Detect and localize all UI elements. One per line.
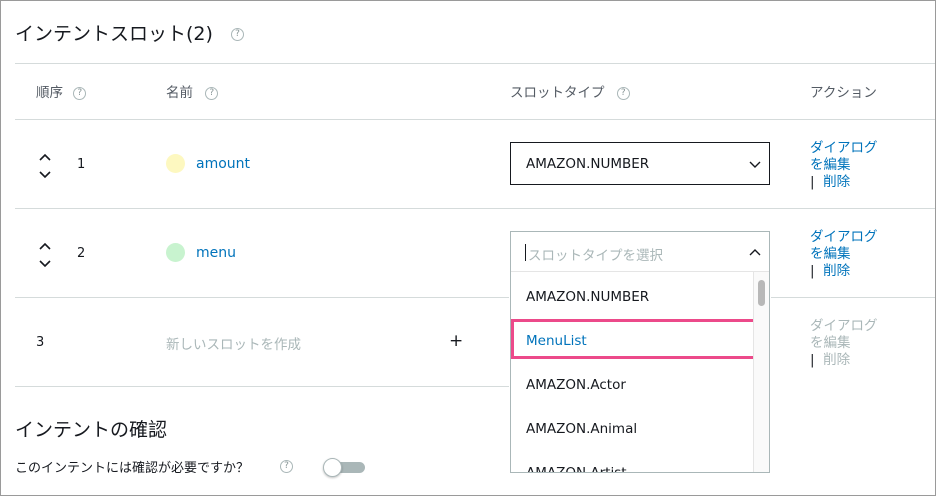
dropdown-option[interactable]: AMAZON.Animal	[526, 421, 637, 437]
divider	[15, 63, 935, 64]
dropdown-option[interactable]: AMAZON.Actor	[526, 377, 626, 393]
toggle-knob	[323, 458, 342, 477]
move-down-icon[interactable]	[38, 255, 52, 274]
column-header-slot-type-label: スロットタイプ	[510, 85, 605, 101]
confirm-question: このインテントには確認が必要ですか？	[15, 461, 250, 476]
edit-dialog-link[interactable]: ダイアログ を編集	[810, 229, 878, 263]
divider	[771, 297, 935, 298]
divider	[15, 386, 509, 387]
column-header-action: アクション	[810, 85, 877, 101]
delete-action: | 削除	[810, 174, 851, 190]
delete-link: 削除	[823, 352, 851, 368]
dropdown-option-selected[interactable]: MenuList	[526, 333, 587, 349]
move-up-icon[interactable]	[38, 237, 52, 256]
slot-type-placeholder: スロットタイプを選択	[528, 248, 663, 264]
move-down-icon[interactable]	[38, 166, 52, 185]
column-header-name-label: 名前	[166, 85, 193, 101]
intent-slots-panel: インテントスロット(2) ? 順序 ? 名前 ? スロットタイプ ? アクション…	[0, 0, 936, 496]
divider	[15, 208, 935, 209]
chevron-up-icon	[749, 249, 761, 256]
dropdown-option[interactable]: AMAZON.NUMBER	[526, 289, 649, 305]
delete-action: | 削除	[810, 352, 851, 368]
delete-action: | 削除	[810, 263, 851, 279]
column-header-slot-type: スロットタイプ ?	[510, 81, 630, 101]
column-header-order-label: 順序	[36, 85, 63, 101]
slot-name-link[interactable]: menu	[196, 245, 236, 261]
add-slot-icon[interactable]: +	[449, 331, 463, 351]
confirm-toggle[interactable]	[323, 458, 365, 477]
slot-color-dot	[166, 154, 185, 173]
delete-link[interactable]: 削除	[823, 174, 850, 190]
divider	[15, 119, 935, 120]
confirm-title: インテントの確認	[15, 419, 168, 441]
column-header-name: 名前 ?	[166, 81, 219, 101]
slot-order: 2	[77, 246, 86, 261]
slot-type-value: AMAZON.NUMBER	[526, 156, 650, 172]
column-header-order: 順序 ?	[36, 81, 87, 101]
help-icon[interactable]: ?	[280, 460, 293, 473]
edit-dialog-link: ダイアログ を編集	[810, 318, 878, 351]
delete-link[interactable]: 削除	[823, 263, 850, 279]
help-icon[interactable]: ?	[231, 28, 244, 41]
slot-name-link[interactable]: amount	[196, 156, 250, 172]
help-icon[interactable]: ?	[73, 86, 87, 100]
dropdown-option[interactable]: AMAZON.Artist	[526, 465, 627, 472]
edit-dialog-link[interactable]: ダイアログ を編集	[810, 140, 878, 174]
slot-order: 1	[77, 157, 86, 172]
move-up-icon[interactable]	[38, 148, 52, 167]
chevron-down-icon	[749, 161, 761, 168]
slot-type-select[interactable]: AMAZON.NUMBER	[510, 142, 770, 185]
new-slot-input[interactable]: 新しいスロットを作成	[166, 333, 301, 353]
slot-color-dot	[166, 243, 185, 262]
slot-type-search[interactable]: スロットタイプを選択	[511, 232, 769, 272]
help-icon[interactable]: ?	[205, 86, 219, 100]
scrollbar-thumb[interactable]	[758, 280, 765, 306]
slot-order: 3	[36, 335, 45, 350]
divider	[15, 297, 509, 298]
help-icon[interactable]: ?	[616, 86, 630, 100]
slot-type-dropdown[interactable]: スロットタイプを選択 AMAZON.NUMBER MenuList AMAZON…	[510, 231, 770, 473]
section-title: インテントスロット(2)	[15, 23, 213, 45]
text-cursor	[525, 244, 526, 261]
dropdown-scrollbar[interactable]	[753, 272, 769, 472]
